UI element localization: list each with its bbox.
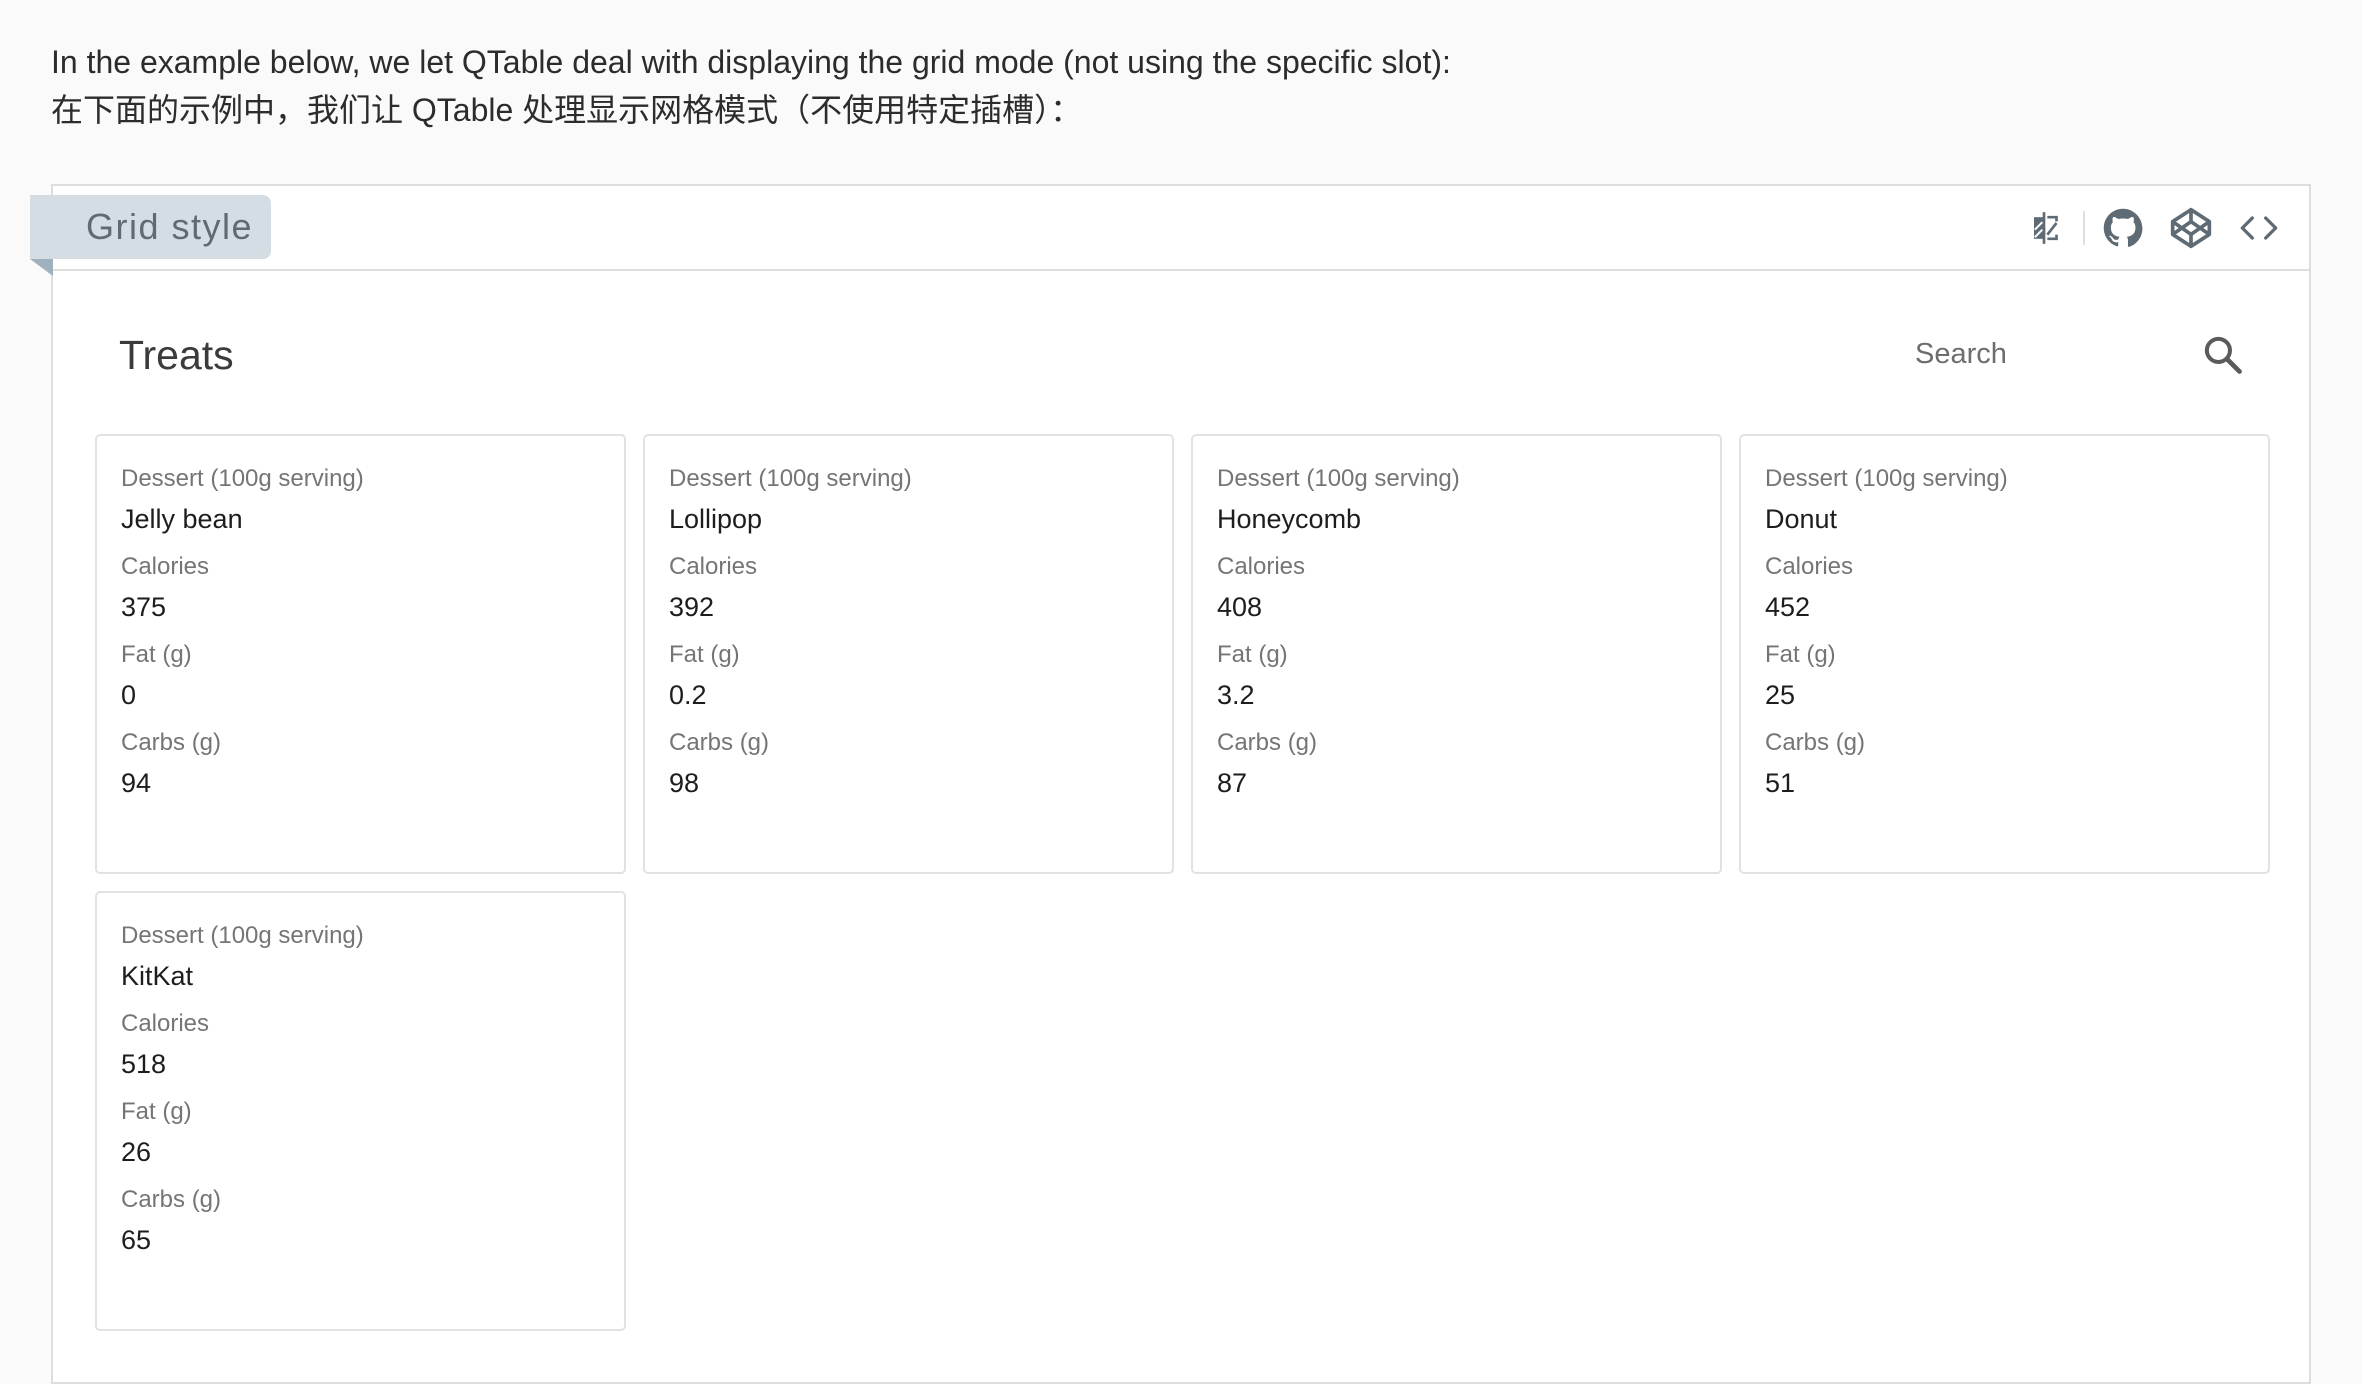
field-calories: Calories 375 <box>121 552 624 625</box>
field-carbs: Carbs (g) 87 <box>1217 728 1720 801</box>
field-calories: Calories 392 <box>669 552 1172 625</box>
field-value: 392 <box>669 592 715 622</box>
field-label: Calories <box>1217 553 1306 580</box>
field-fat: Fat (g) 0.2 <box>669 640 1172 713</box>
field-value: 26 <box>121 1137 152 1167</box>
field-fat: Fat (g) 3.2 <box>1217 640 1720 713</box>
field-value: Donut <box>1765 504 1838 534</box>
field-value: 65 <box>121 1225 152 1255</box>
grid-card: Dessert (100g serving) Lollipop Calories… <box>643 434 1174 874</box>
field-value: 408 <box>1217 592 1263 622</box>
field-label: Fat (g) <box>1217 641 1288 668</box>
field-name: Dessert (100g serving) Lollipop <box>669 464 1172 537</box>
field-value: 0.2 <box>669 680 707 710</box>
codepen-icon <box>2170 207 2212 249</box>
field-carbs: Carbs (g) 51 <box>1765 728 2268 801</box>
search-input[interactable] <box>1861 319 2181 389</box>
field-label: Carbs (g) <box>121 1186 222 1213</box>
field-value: 25 <box>1765 680 1796 710</box>
field-value: 375 <box>121 592 167 622</box>
field-label: Calories <box>121 553 210 580</box>
field-fat: Fat (g) 0 <box>121 640 624 713</box>
github-icon <box>2103 208 2143 247</box>
field-value: Jelly bean <box>121 504 243 534</box>
grid-card: Dessert (100g serving) KitKat Calories 5… <box>95 891 626 1331</box>
example-title: Grid style <box>30 195 272 259</box>
intro-line-english: In the example below, we let QTable deal… <box>51 44 1451 80</box>
field-calories: Calories 518 <box>121 1009 624 1082</box>
field-value: 452 <box>1765 592 1811 622</box>
field-value: 518 <box>121 1049 167 1079</box>
field-name: Dessert (100g serving) KitKat <box>121 921 624 994</box>
field-label: Carbs (g) <box>1217 729 1318 756</box>
grid-card: Dessert (100g serving) Honeycomb Calorie… <box>1191 434 1722 874</box>
field-label: Fat (g) <box>669 641 740 668</box>
field-value: Lollipop <box>669 504 763 534</box>
field-value: Honeycomb <box>1217 504 1362 534</box>
field-value: 94 <box>121 768 152 798</box>
field-fat: Fat (g) 26 <box>121 1097 624 1170</box>
field-label: Dessert (100g serving) <box>1217 465 1460 492</box>
field-label: Fat (g) <box>121 1098 192 1125</box>
field-label: Calories <box>1765 553 1854 580</box>
field-calories: Calories 452 <box>1765 552 2268 625</box>
grid-card: Dessert (100g serving) Jelly bean Calori… <box>95 434 626 874</box>
example-card: Grid style Treats Search Dessert (100g s… <box>30 184 2311 1384</box>
example-header: Grid style <box>30 186 2309 276</box>
contrast-icon <box>2034 212 2058 244</box>
field-value: 0 <box>121 680 137 710</box>
field-carbs: Carbs (g) 65 <box>121 1185 624 1258</box>
field-value: 87 <box>1217 768 1248 798</box>
search-box <box>1861 319 2291 389</box>
field-label: Calories <box>121 1010 210 1037</box>
field-fat: Fat (g) 25 <box>1765 640 2268 713</box>
field-carbs: Carbs (g) 98 <box>669 728 1172 801</box>
field-label: Carbs (g) <box>669 729 770 756</box>
code-icon <box>2240 216 2278 240</box>
field-name: Dessert (100g serving) Donut <box>1765 464 2268 537</box>
field-value: 51 <box>1765 768 1796 798</box>
field-label: Carbs (g) <box>1765 729 1866 756</box>
field-calories: Calories 408 <box>1217 552 1720 625</box>
field-name: Dessert (100g serving) Honeycomb <box>1217 464 1720 537</box>
intro-line-chinese: 在下面的示例中，我们让 QTable 处理显示网格模式（不使用特定插槽）： <box>51 92 1083 128</box>
field-value: 98 <box>669 768 700 798</box>
intro-text: In the example below, we let QTable deal… <box>51 38 1451 134</box>
example-actions <box>2011 198 2289 258</box>
codepen-button[interactable] <box>2161 198 2221 258</box>
grid-cards: Dessert (100g serving) Jelly bean Calori… <box>95 434 2271 1331</box>
field-label: Dessert (100g serving) <box>1765 465 2008 492</box>
toggle-dark-mode-button[interactable] <box>2019 198 2079 258</box>
view-source-button[interactable] <box>2229 198 2289 258</box>
title-tab-fold <box>30 259 53 276</box>
field-label: Fat (g) <box>121 641 192 668</box>
actions-divider <box>2083 211 2085 245</box>
field-label: Dessert (100g serving) <box>121 922 364 949</box>
field-value: 3.2 <box>1217 680 1255 710</box>
search-icon[interactable] <box>2201 333 2245 377</box>
field-value: KitKat <box>121 961 194 991</box>
field-label: Fat (g) <box>1765 641 1836 668</box>
github-button[interactable] <box>2093 198 2153 258</box>
grid-card: Dessert (100g serving) Donut Calories 45… <box>1739 434 2270 874</box>
table-title: Treats <box>119 332 234 378</box>
field-label: Calories <box>669 553 758 580</box>
field-name: Dessert (100g serving) Jelly bean <box>121 464 624 537</box>
field-label: Dessert (100g serving) <box>669 465 912 492</box>
qtable-grid: Treats Dessert (100g serving) Jelly bean… <box>53 269 2309 1382</box>
field-label: Carbs (g) <box>121 729 222 756</box>
field-carbs: Carbs (g) 94 <box>121 728 624 801</box>
field-label: Dessert (100g serving) <box>121 465 364 492</box>
